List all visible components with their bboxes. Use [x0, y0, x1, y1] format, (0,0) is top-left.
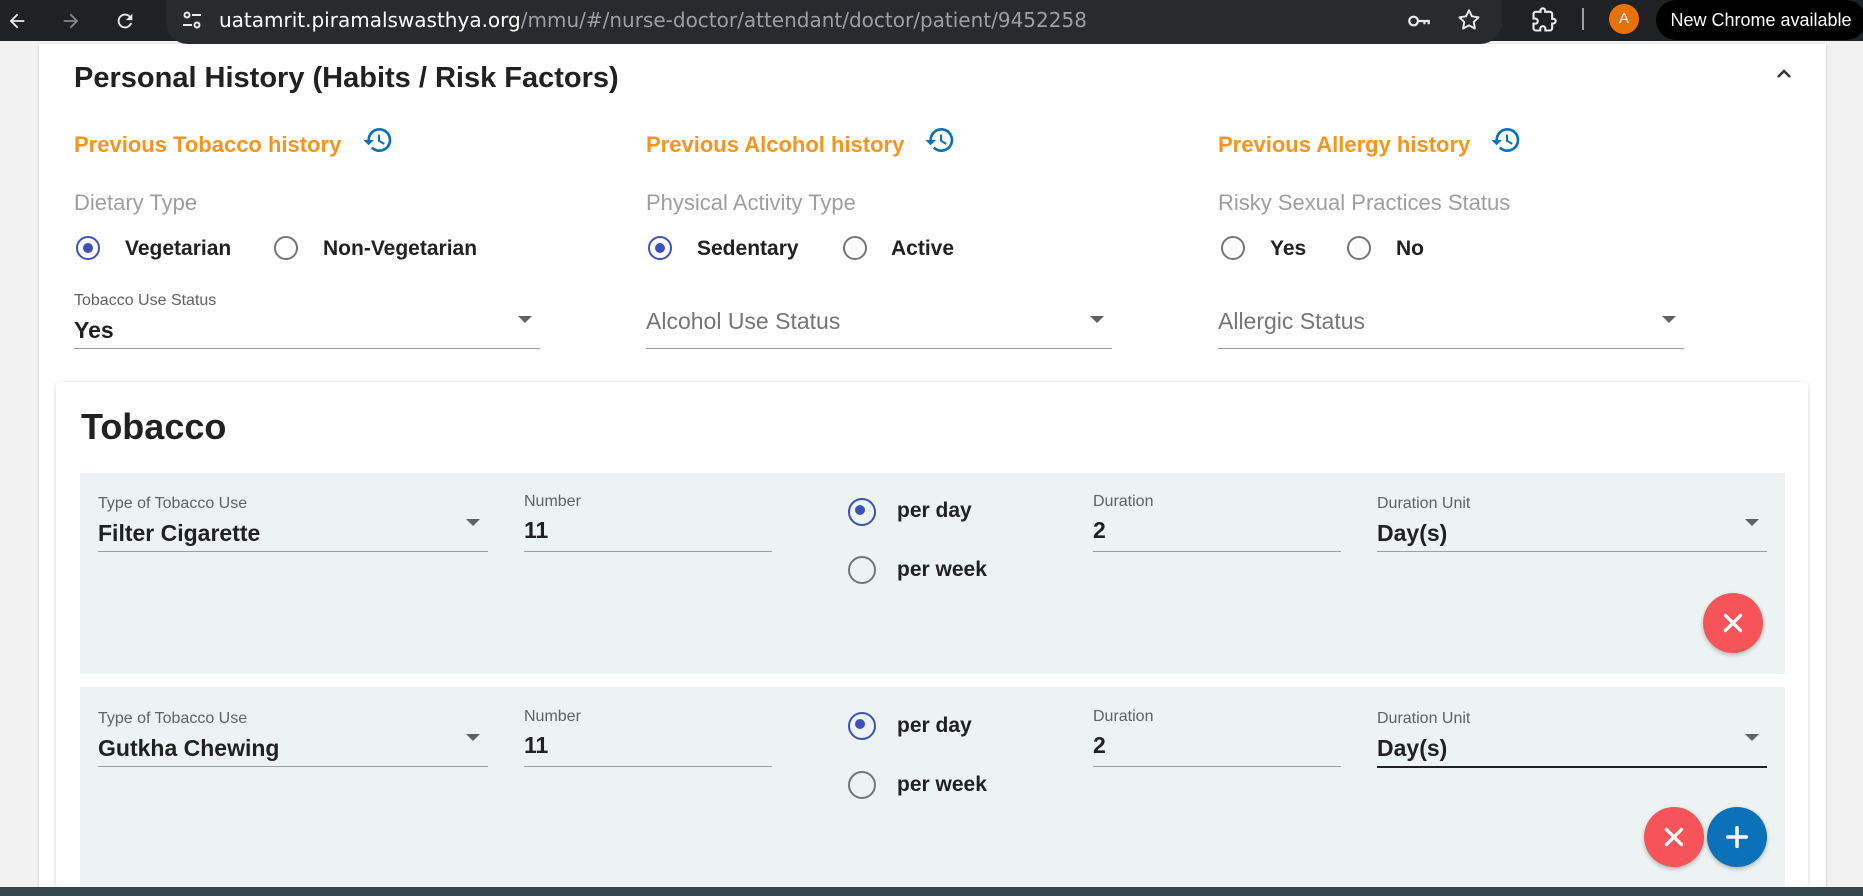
history-icon[interactable] [1490, 124, 1522, 156]
radio-label-risky-yes[interactable]: Yes [1270, 237, 1306, 261]
extensions-icon[interactable] [1530, 6, 1558, 34]
alcohol-use-status-placeholder: Alcohol Use Status [646, 308, 841, 334]
type-of-tobacco-value: Gutkha Chewing [98, 735, 280, 761]
dropdown-arrow-icon [466, 734, 480, 741]
address-bar[interactable]: uatamrit.piramalswasthya.org/mmu/#/nurse… [166, 0, 1502, 44]
tune-icon[interactable] [180, 8, 204, 32]
number-input[interactable]: Number 11 [524, 493, 772, 552]
radio-label-per-week[interactable]: per week [897, 558, 987, 582]
type-of-tobacco-select[interactable]: Type of Tobacco Use Filter Cigarette [98, 493, 488, 552]
previous-allergy-history-link[interactable]: Previous Allergy history [1218, 132, 1470, 158]
star-icon[interactable] [1456, 7, 1482, 33]
radio-active[interactable] [843, 236, 867, 260]
add-row-button[interactable] [1707, 807, 1767, 867]
radio-label-active[interactable]: Active [891, 237, 954, 261]
chevron-up-icon[interactable] [1772, 62, 1796, 86]
type-of-tobacco-label: Type of Tobacco Use [98, 495, 248, 512]
personal-history-title: Personal History (Habits / Risk Factors) [74, 62, 619, 94]
new-chrome-available-button[interactable]: New Chrome available [1656, 0, 1863, 40]
duration-value: 2 [1093, 732, 1106, 758]
url-path: /mmu/#/nurse-doctor/attendant/doctor/pat… [520, 8, 1087, 32]
type-of-tobacco-select[interactable]: Type of Tobacco Use Gutkha Chewing [98, 708, 488, 767]
duration-unit-value: Day(s) [1377, 520, 1448, 546]
plus-icon [1725, 825, 1749, 849]
arrow-left-icon [9, 13, 25, 28]
remove-row-button[interactable] [1703, 593, 1763, 653]
duration-label: Duration [1093, 493, 1154, 510]
duration-unit-label: Duration Unit [1377, 495, 1471, 512]
url-text[interactable]: uatamrit.piramalswasthya.org/mmu/#/nurse… [219, 0, 1087, 40]
alcohol-use-status-select[interactable]: Alcohol Use Status [646, 290, 1112, 349]
radio-label-per-day[interactable]: per day [897, 714, 972, 738]
risky-sexual-practices-label: Risky Sexual Practices Status [1218, 190, 1511, 215]
previous-alcohol-history-link[interactable]: Previous Alcohol history [646, 132, 904, 158]
radio-label-per-day[interactable]: per day [897, 499, 972, 523]
allergic-status-select[interactable]: Allergic Status [1218, 290, 1684, 349]
close-icon [1723, 613, 1743, 633]
duration-unit-label: Duration Unit [1377, 710, 1471, 727]
url-host: uatamrit.piramalswasthya.org [219, 8, 521, 32]
dropdown-arrow-icon [1745, 519, 1759, 526]
radio-per-day[interactable] [848, 498, 876, 526]
tobacco-use-status-value: Yes [74, 317, 114, 343]
radio-label-risky-no[interactable]: No [1396, 237, 1424, 261]
radio-risky-yes[interactable] [1221, 236, 1245, 260]
radio-non-vegetarian[interactable] [274, 236, 298, 260]
duration-input[interactable]: Duration 2 [1093, 493, 1341, 552]
number-value: 11 [524, 732, 549, 758]
radio-risky-no[interactable] [1347, 236, 1371, 260]
tobacco-use-status-label: Tobacco Use Status [74, 292, 217, 309]
bottom-bar [0, 887, 1863, 896]
radio-per-week[interactable] [848, 771, 876, 799]
radio-label-vegetarian[interactable]: Vegetarian [125, 237, 231, 261]
toolbar-separator [1582, 8, 1584, 30]
number-label: Number [524, 708, 581, 725]
previous-tobacco-history-link[interactable]: Previous Tobacco history [74, 132, 341, 158]
radio-sedentary[interactable] [648, 236, 672, 260]
tobacco-title: Tobacco [81, 406, 227, 447]
radio-per-day[interactable] [848, 712, 876, 740]
forward-button[interactable] [56, 0, 86, 41]
number-label: Number [524, 493, 581, 510]
profile-avatar[interactable]: A [1609, 4, 1639, 34]
number-value: 11 [524, 517, 549, 543]
dropdown-arrow-icon [1745, 734, 1759, 741]
remove-row-button[interactable] [1644, 807, 1704, 867]
dropdown-arrow-icon [466, 519, 480, 526]
close-icon [1664, 827, 1684, 847]
type-of-tobacco-label: Type of Tobacco Use [98, 710, 248, 727]
reload-button[interactable] [110, 0, 140, 41]
dropdown-arrow-icon [1090, 316, 1104, 323]
dropdown-arrow-icon [1662, 316, 1676, 323]
allergic-status-placeholder: Allergic Status [1218, 308, 1366, 334]
history-icon[interactable] [924, 124, 956, 156]
type-of-tobacco-value: Filter Cigarette [98, 520, 261, 546]
duration-unit-value: Day(s) [1377, 735, 1448, 761]
duration-input[interactable]: Duration 2 [1093, 708, 1341, 767]
radio-vegetarian[interactable] [76, 236, 100, 260]
duration-unit-select[interactable]: Duration Unit Day(s) [1377, 493, 1767, 552]
number-input[interactable]: Number 11 [524, 708, 772, 767]
key-icon[interactable] [1406, 8, 1432, 34]
duration-label: Duration [1093, 708, 1154, 725]
duration-value: 2 [1093, 517, 1106, 543]
radio-per-week[interactable] [848, 556, 876, 584]
dietary-type-label: Dietary Type [74, 190, 198, 215]
radio-label-non-vegetarian[interactable]: Non-Vegetarian [323, 237, 477, 261]
dropdown-arrow-icon [518, 316, 532, 323]
duration-unit-select[interactable]: Duration Unit Day(s) [1377, 708, 1767, 768]
tobacco-use-status-select[interactable]: Tobacco Use Status Yes [74, 290, 540, 349]
reload-icon [117, 13, 133, 28]
back-button[interactable] [2, 0, 32, 41]
radio-label-per-week[interactable]: per week [897, 773, 987, 797]
radio-label-sedentary[interactable]: Sedentary [697, 237, 799, 261]
physical-activity-type-label: Physical Activity Type [646, 190, 856, 215]
arrow-right-icon [63, 13, 79, 28]
history-icon[interactable] [362, 124, 394, 156]
